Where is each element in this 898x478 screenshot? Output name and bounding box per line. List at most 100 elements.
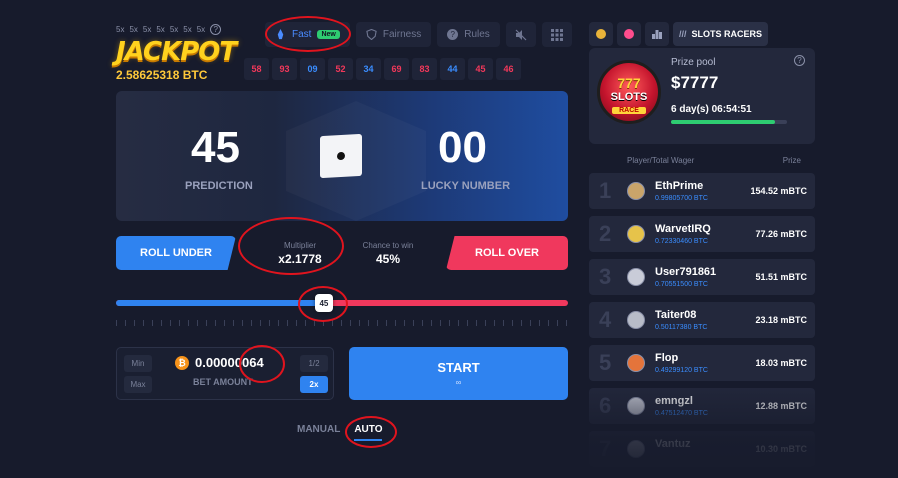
- multiplier-badge: 5x: [129, 25, 138, 34]
- multiplier-badge: 5x: [156, 25, 165, 34]
- rank-number: 5: [599, 350, 612, 375]
- history-item[interactable]: 69: [384, 58, 409, 80]
- rules-button[interactable]: ? Rules: [437, 22, 500, 47]
- prize-column-header: Prize: [782, 156, 801, 165]
- rank-number: 7: [599, 436, 612, 461]
- logo-text: SLOTS: [610, 91, 648, 103]
- player-name: User791861: [655, 266, 717, 278]
- fairness-button[interactable]: Fairness: [355, 22, 432, 47]
- fast-mode-label: Fast: [292, 29, 312, 40]
- leaderboard-row[interactable]: 7 Vantuz 10.30 mBTC: [589, 431, 815, 467]
- tab-manual[interactable]: MANUAL: [297, 424, 340, 441]
- tab-slots-racers[interactable]: /// SLOTS RACERS: [673, 22, 769, 46]
- fast-mode-button[interactable]: Fast New: [265, 22, 350, 47]
- new-badge: New: [317, 30, 340, 39]
- flower-icon: [624, 29, 634, 39]
- rank-number: 2: [599, 221, 612, 246]
- sound-off-icon: [515, 29, 527, 40]
- history-item[interactable]: 58: [244, 58, 269, 80]
- dice-pip: [337, 151, 345, 161]
- player-name: emngzl: [655, 395, 693, 407]
- leaderboard-row[interactable]: 4 Taiter08 0.50117380 BTC 23.18 mBTC: [589, 302, 815, 338]
- player-prize: 77.26 mBTC: [755, 229, 807, 239]
- history-item[interactable]: 34: [356, 58, 381, 80]
- prize-pool-value: $7777: [671, 73, 719, 92]
- avatar: [627, 182, 645, 200]
- leaderboard-row[interactable]: 3 User791861 0.70551500 BTC 51.51 mBTC: [589, 259, 815, 295]
- fairness-label: Fairness: [382, 29, 422, 40]
- bet-half-button[interactable]: 1/2: [300, 355, 328, 372]
- player-prize: 23.18 mBTC: [755, 315, 807, 325]
- leaderboard-row[interactable]: 5 Flop 0.49299120 BTC 18.03 mBTC: [589, 345, 815, 381]
- player-wager: 0.50117380 BTC: [655, 324, 708, 331]
- game-toolbar: Fast New Fairness ? Rules: [265, 22, 572, 47]
- history-item[interactable]: 52: [328, 58, 353, 80]
- race-time-left: 6 day(s) 06:54:51: [671, 104, 752, 115]
- avatar: [627, 268, 645, 286]
- tab-leaderboard[interactable]: [645, 22, 669, 46]
- bet-max-button[interactable]: Max: [124, 376, 152, 393]
- chance-box[interactable]: Chance to win 45%: [348, 236, 428, 270]
- multiplier-box[interactable]: Multiplier x2.1778: [250, 236, 350, 270]
- prediction-slider-track[interactable]: [116, 300, 568, 306]
- leaderboard-row[interactable]: 1 EthPrime 0.99805700 BTC 154.52 mBTC: [589, 173, 815, 209]
- grid-view-button[interactable]: [541, 22, 572, 47]
- player-name: WarvetIRQ: [655, 223, 711, 235]
- jackpot-title: JACKPOT: [116, 37, 237, 67]
- prize-help-icon[interactable]: ?: [794, 55, 805, 66]
- help-icon: ?: [447, 29, 459, 40]
- sound-toggle-button[interactable]: [505, 22, 536, 47]
- infinity-icon: ∞: [455, 378, 462, 387]
- rank-number: 4: [599, 307, 612, 332]
- avatar: [627, 440, 645, 458]
- player-column-header: Player/Total Wager: [627, 156, 695, 165]
- promo-tabs: /// SLOTS RACERS: [589, 22, 769, 46]
- dice-display-panel: 45 PREDICTION 00 LUCKY NUMBER: [116, 91, 568, 221]
- multiplier-badge: 5x: [142, 25, 152, 34]
- history-item[interactable]: 44: [440, 58, 465, 80]
- leaderboard-row[interactable]: 6 emngzl 0.47512470 BTC 12.88 mBTC: [589, 388, 815, 424]
- player-wager: 0.70551500 BTC: [655, 281, 708, 288]
- player-wager: 0.47512470 BTC: [655, 410, 708, 417]
- bet-amount-value[interactable]: 0.00000064: [195, 355, 264, 370]
- history-item[interactable]: 93: [272, 58, 297, 80]
- prediction-slider-thumb[interactable]: 45: [314, 294, 333, 312]
- logo-text: 777: [617, 75, 641, 91]
- avatar: [627, 225, 645, 243]
- start-button[interactable]: START ∞: [349, 347, 568, 400]
- prize-pool-label: Prize pool: [671, 57, 716, 68]
- avatar: [627, 397, 645, 415]
- player-prize: 51.51 mBTC: [755, 272, 807, 282]
- roll-over-button[interactable]: ROLL OVER: [446, 236, 568, 270]
- player-wager: 0.72330460 BTC: [655, 238, 708, 245]
- jackpot-multipliers: 5x 5x 5x 5x 5x 5x 5x ?: [116, 24, 222, 35]
- rules-label: Rules: [464, 29, 490, 40]
- history-item[interactable]: 46: [496, 58, 521, 80]
- jackpot-help-icon[interactable]: ?: [210, 24, 222, 35]
- player-prize: 154.52 mBTC: [750, 186, 807, 196]
- history-item[interactable]: 45: [468, 58, 493, 80]
- roll-history: 58 93 09 52 34 69 83 44 45 46: [244, 58, 521, 80]
- chance-label: Chance to win: [362, 240, 414, 250]
- logo-text: RACE: [612, 107, 646, 114]
- bet-min-button[interactable]: Min: [124, 355, 152, 372]
- history-item[interactable]: 09: [300, 58, 325, 80]
- roll-under-button[interactable]: ROLL UNDER: [116, 236, 236, 270]
- multiplier-badge: 5x: [196, 25, 206, 34]
- slots-race-logo: 777 SLOTS RACE: [597, 60, 661, 124]
- player-prize: 18.03 mBTC: [755, 358, 807, 368]
- tab-bitcoin-promo[interactable]: [589, 22, 613, 46]
- player-name: Vantuz: [655, 438, 691, 450]
- player-prize: 12.88 mBTC: [755, 401, 807, 411]
- bet-double-button[interactable]: 2x: [300, 376, 328, 393]
- tab-flower-promo[interactable]: [617, 22, 641, 46]
- history-item[interactable]: 83: [412, 58, 437, 80]
- tab-auto[interactable]: AUTO: [354, 424, 383, 441]
- prize-pool-card: 777 SLOTS RACE Prize pool $7777 6 day(s)…: [589, 48, 815, 144]
- race-progress-fill: [671, 120, 776, 124]
- coin-icon: [596, 29, 606, 39]
- bet-amount-field[interactable]: Min Max ₿ 0.00000064 BET AMOUNT 1/2 2x: [116, 347, 334, 400]
- player-name: EthPrime: [655, 180, 704, 192]
- leaderboard-row[interactable]: 2 WarvetIRQ 0.72330460 BTC 77.26 mBTC: [589, 216, 815, 252]
- grid-icon: [550, 28, 563, 41]
